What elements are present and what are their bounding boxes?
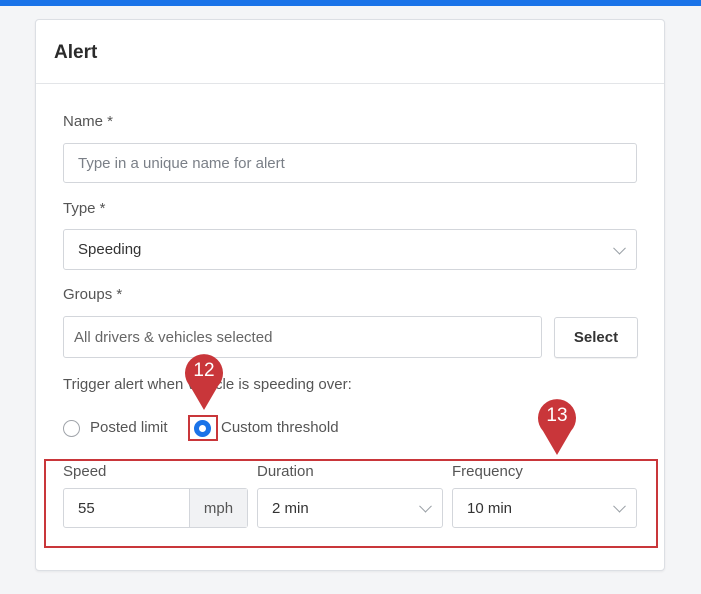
alert-card: Alert Name * Type in a unique name for a…: [35, 19, 665, 571]
groups-placeholder: All drivers & vehicles selected: [74, 328, 273, 346]
radio-highlight-box: [188, 415, 218, 441]
annotation-marker-13: 13: [537, 397, 577, 455]
select-groups-button[interactable]: Select: [554, 317, 638, 358]
card-title: Alert: [54, 42, 98, 63]
chevron-down-icon: [613, 241, 626, 255]
posted-limit-radio[interactable]: [63, 420, 80, 437]
type-value: Speeding: [78, 241, 142, 258]
threshold-highlight-box: [44, 459, 658, 548]
annotation-marker-12: 12: [184, 352, 224, 410]
groups-label: Groups *: [63, 286, 123, 303]
type-select[interactable]: Speeding: [63, 229, 637, 270]
annotation-number-13: 13: [546, 405, 568, 426]
name-input[interactable]: Type in a unique name for alert: [63, 143, 637, 183]
posted-limit-label[interactable]: Posted limit: [90, 419, 168, 436]
custom-threshold-label[interactable]: Custom threshold: [221, 419, 339, 436]
name-placeholder: Type in a unique name for alert: [78, 154, 285, 172]
top-accent-bar: [0, 0, 701, 6]
annotation-number-12: 12: [193, 360, 215, 381]
card-divider: [36, 83, 664, 84]
name-label: Name *: [63, 113, 114, 130]
type-label: Type *: [63, 200, 106, 217]
groups-input[interactable]: All drivers & vehicles selected: [63, 316, 542, 358]
